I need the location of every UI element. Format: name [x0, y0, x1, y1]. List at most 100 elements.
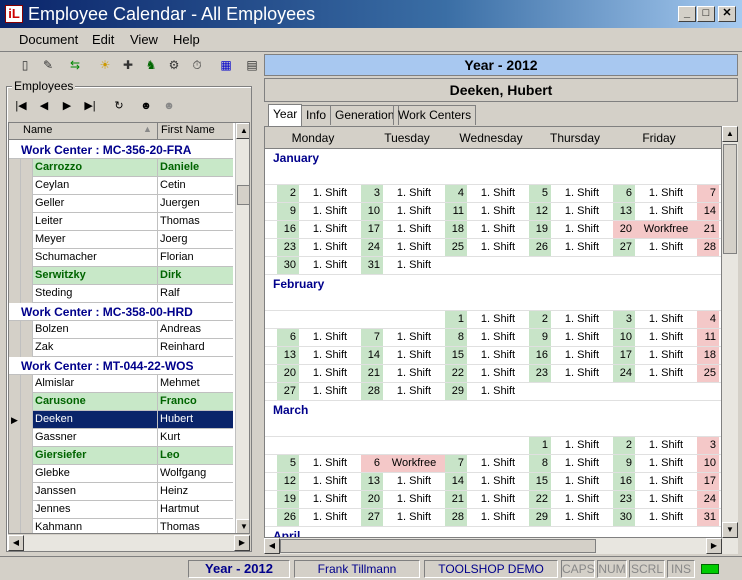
day-number[interactable]: 26	[277, 509, 299, 526]
shift-cell[interactable]: 1. Shift	[299, 239, 361, 256]
shift-cell[interactable]: 1. Shift	[635, 185, 697, 202]
shift-cell[interactable]: 1. Shift	[635, 239, 697, 256]
prev-record-icon[interactable]: ◀	[35, 98, 53, 114]
day-number[interactable]: 21	[445, 491, 467, 508]
shift-cell[interactable]: 1. Shift	[299, 509, 361, 526]
shift-cell[interactable]: 1. Shift	[635, 365, 697, 382]
shift-cell[interactable]: 1. Shift	[299, 473, 361, 490]
calendar-hscroll[interactable]: ◀ ▶	[264, 538, 738, 554]
first-record-icon[interactable]: |◀	[12, 98, 30, 114]
day-number[interactable]: 22	[445, 365, 467, 382]
day-number[interactable]: 3	[361, 185, 383, 202]
workfree-cell[interactable]: Workfree	[635, 221, 697, 238]
day-number[interactable]: 8	[529, 455, 551, 472]
row-indicator[interactable]	[9, 159, 21, 177]
table-row[interactable]: Meyer Joerg	[9, 231, 233, 249]
shift-cell[interactable]: 1. Shift	[383, 365, 445, 382]
shift-cell[interactable]: 1. Shift	[467, 221, 529, 238]
row-indicator[interactable]	[9, 267, 21, 285]
day-number[interactable]: 2	[277, 185, 299, 202]
shift-cell[interactable]: 1. Shift	[299, 221, 361, 238]
day-number[interactable]: 3	[697, 437, 719, 454]
tab-info[interactable]: Info	[301, 105, 332, 125]
day-number[interactable]: 14	[445, 473, 467, 490]
row-indicator[interactable]	[9, 213, 21, 231]
table-row[interactable]: Almislar Mehmet	[9, 375, 233, 393]
day-number[interactable]: 25	[445, 239, 467, 256]
day-number[interactable]: 8	[445, 329, 467, 346]
day-number[interactable]: 29	[445, 383, 467, 400]
shift-cell[interactable]: 1. Shift	[635, 455, 697, 472]
shift-cell[interactable]: 1. Shift	[551, 221, 613, 238]
calendar-vscroll[interactable]: ▲ ▼	[722, 126, 738, 538]
grid-vscroll[interactable]: ▲ ▼	[235, 123, 249, 533]
row-indicator[interactable]: ▶	[9, 411, 21, 429]
day-number[interactable]: 7	[361, 329, 383, 346]
day-number[interactable]: 16	[277, 221, 299, 238]
close-button[interactable]: ✕	[718, 6, 736, 22]
table-row[interactable]: Carusone Franco	[9, 393, 233, 411]
day-number[interactable]: 13	[361, 473, 383, 490]
menu-edit[interactable]: Edit	[92, 32, 114, 47]
shift-cell[interactable]: 1. Shift	[299, 455, 361, 472]
table-row[interactable]: Steding Ralf	[9, 285, 233, 303]
day-number[interactable]: 13	[613, 203, 635, 220]
shift-cell[interactable]: 1. Shift	[383, 329, 445, 346]
shift-cell[interactable]: 1. Shift	[551, 491, 613, 508]
day-number[interactable]: 10	[613, 329, 635, 346]
shift-cell[interactable]: 1. Shift	[551, 509, 613, 526]
day-number[interactable]: 28	[361, 383, 383, 400]
shift-cell[interactable]: 1. Shift	[467, 239, 529, 256]
shift-cell[interactable]: 1. Shift	[383, 185, 445, 202]
shift-cell[interactable]: 1. Shift	[299, 329, 361, 346]
table-row[interactable]: Ceylan Cetin	[9, 177, 233, 195]
shift-cell[interactable]: 1. Shift	[383, 347, 445, 364]
tab-generation[interactable]: Generation	[330, 105, 400, 125]
col-firstname-header[interactable]: First Name	[161, 124, 215, 136]
table-row[interactable]: Geller Juergen	[9, 195, 233, 213]
table-row[interactable]: ▶ Deeken Hubert	[9, 411, 233, 429]
day-number[interactable]: 5	[529, 185, 551, 202]
shift-cell[interactable]: 1. Shift	[299, 365, 361, 382]
shift-cell[interactable]: 1. Shift	[635, 473, 697, 490]
day-number[interactable]: 20	[361, 491, 383, 508]
scroll-left-icon[interactable]: ◀	[8, 535, 24, 551]
calendar-vscroll-thumb[interactable]	[723, 144, 737, 254]
col-name-header[interactable]: Name	[23, 124, 52, 136]
menu-document[interactable]: Document	[19, 32, 78, 47]
day-number[interactable]: 10	[361, 203, 383, 220]
machine-icon[interactable]: ⚙	[164, 55, 184, 75]
table-row[interactable]: Gassner Kurt	[9, 429, 233, 447]
row-indicator[interactable]	[9, 285, 21, 303]
scroll-up-icon[interactable]: ▲	[236, 123, 249, 139]
shift-cell[interactable]: 1. Shift	[467, 455, 529, 472]
day-number[interactable]: 28	[445, 509, 467, 526]
shift-cell[interactable]: 1. Shift	[467, 347, 529, 364]
shift-cell[interactable]: 1. Shift	[299, 491, 361, 508]
day-number[interactable]: 24	[697, 491, 719, 508]
cal-scroll-up-icon[interactable]: ▲	[722, 126, 738, 142]
day-number[interactable]: 20	[613, 221, 635, 238]
day-number[interactable]: 24	[361, 239, 383, 256]
shift-cell[interactable]: 1. Shift	[635, 311, 697, 328]
shift-cell[interactable]: 1. Shift	[551, 455, 613, 472]
shift-cell[interactable]: 1. Shift	[383, 473, 445, 490]
day-number[interactable]: 15	[445, 347, 467, 364]
day-number[interactable]: 27	[361, 509, 383, 526]
day-number[interactable]: 30	[613, 509, 635, 526]
shift-cell[interactable]: 1. Shift	[467, 185, 529, 202]
day-number[interactable]: 16	[529, 347, 551, 364]
ambulance-icon[interactable]: ✚	[118, 55, 138, 75]
day-number[interactable]: 4	[697, 311, 719, 328]
shift-cell[interactable]: 1. Shift	[635, 491, 697, 508]
scroll-right-icon[interactable]: ▶	[234, 535, 250, 551]
day-number[interactable]: 21	[361, 365, 383, 382]
shift-cell[interactable]: 1. Shift	[383, 239, 445, 256]
shift-cell[interactable]: 1. Shift	[383, 203, 445, 220]
day-number[interactable]: 6	[613, 185, 635, 202]
calendar-hscroll-thumb[interactable]	[280, 539, 596, 553]
day-number[interactable]: 2	[613, 437, 635, 454]
shift-cell[interactable]: 1. Shift	[299, 257, 361, 274]
day-number[interactable]: 31	[361, 257, 383, 274]
menu-help[interactable]: Help	[173, 32, 200, 47]
